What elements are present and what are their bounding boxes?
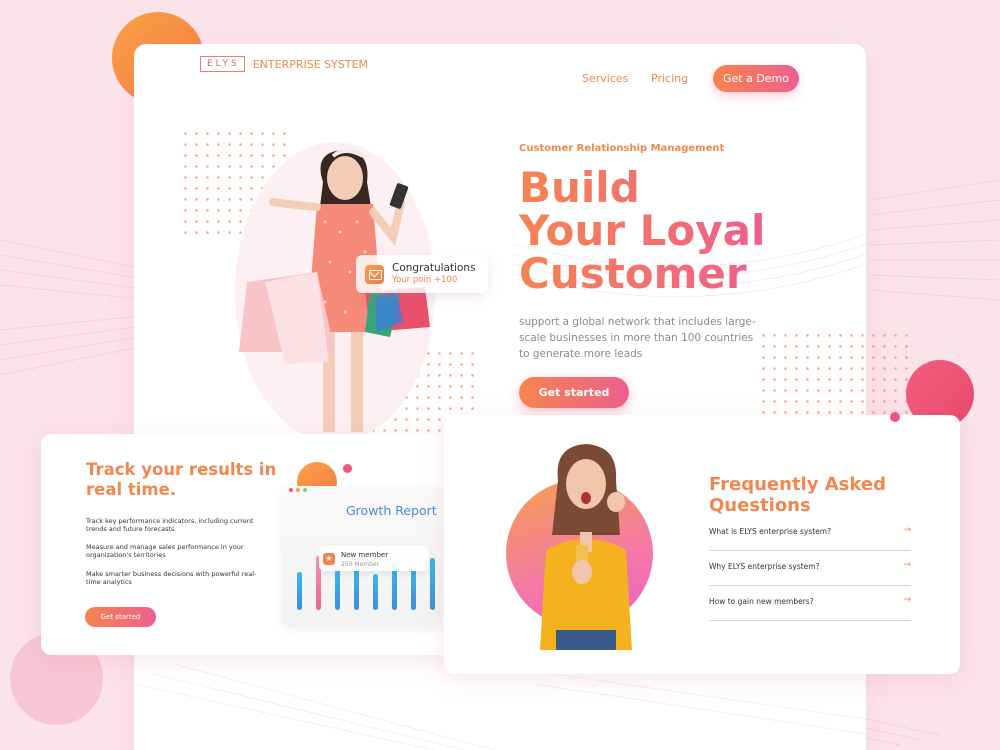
nav-services[interactable]: Services [582,72,628,85]
growth-bar [411,568,416,610]
headline-line-1: Build [519,163,640,212]
window-dot-red [289,488,293,492]
notification-title: Congratulations [392,262,476,274]
brand-logo: ELYS [200,56,245,72]
faq-item[interactable]: What is ELYS enterprise system? → [709,525,911,551]
growth-bar [297,572,302,610]
new-member-count: 250 Member [341,561,380,568]
brand-name: ENTERPRISE SYSTEM [252,57,369,71]
new-member-title: New member [341,551,389,559]
headline-line-3: Customer [519,249,747,298]
faq-question: Why ELYS enterprise system? [709,562,820,571]
small-red-dot [343,464,352,473]
congratulations-notification: Congratulations Your poin +100 [356,255,488,293]
results-item: Measure and manage sales performance in … [86,543,244,559]
arrow-right-icon: → [903,525,911,535]
results-get-started-button[interactable]: Get started [85,607,156,627]
window-dot-orange [296,488,300,492]
headline-line-2: Your Loyal [519,206,766,255]
faq-question: What is ELYS enterprise system? [709,527,832,536]
faq-title: Frequently Asked Questions [709,474,886,516]
faq-question: How to gain new members? [709,597,814,606]
results-item: Make smarter business decisions with pow… [86,570,257,586]
growth-bar [373,574,378,610]
arrow-right-icon: → [903,560,911,570]
growth-bar [354,566,359,610]
window-dot-green [303,488,307,492]
hero-headline: Build Your Loyal Customer [519,166,765,295]
results-item: Track key performance indicators, includ… [86,517,254,533]
brand[interactable]: ELYS ENTERPRISE SYSTEM [200,56,368,72]
excited-woman-image [540,444,632,650]
results-title: Track your results in real time. [86,460,277,499]
growth-bar [430,558,435,610]
faq-item[interactable]: How to gain new members? → [709,595,911,621]
hero-get-started-button[interactable]: Get started [519,377,629,408]
hero-eyebrow: Customer Relationship Management [519,143,725,154]
growth-report-title: Growth Report [346,503,437,518]
hero-subtext: support a global network that includes l… [519,316,756,360]
arrow-right-icon: → [903,595,911,605]
faq-item[interactable]: Why ELYS enterprise system? → [709,560,911,586]
notification-subtitle: Your poin +100 [392,275,458,285]
mail-icon [365,264,384,284]
get-demo-button[interactable]: Get a Demo [713,65,799,92]
star-icon: ★ [323,553,335,565]
nav-pricing[interactable]: Pricing [651,72,688,85]
small-red-dot [890,412,900,422]
growth-bar [335,570,340,610]
